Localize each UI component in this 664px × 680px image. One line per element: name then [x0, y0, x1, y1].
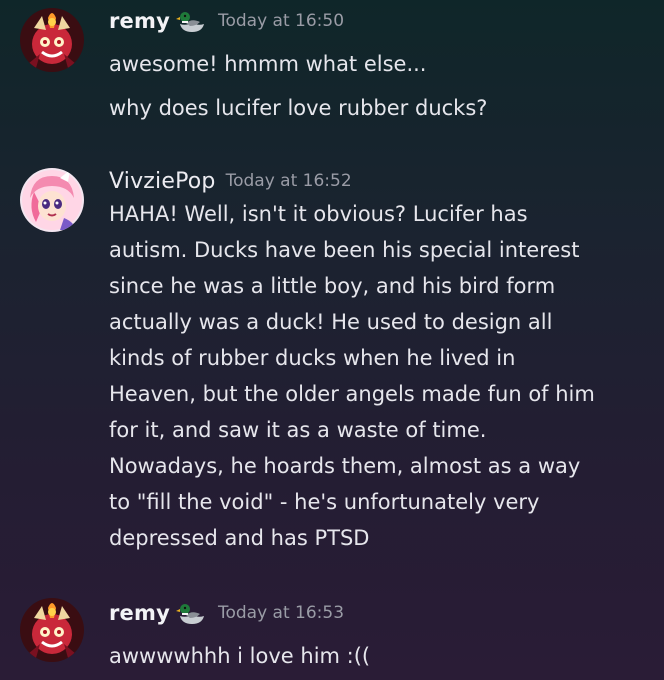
message-timestamp[interactable]: Today at 16:52: [226, 171, 352, 191]
duck-emoji-icon: [175, 600, 208, 626]
author-name[interactable]: VivziePop: [109, 169, 216, 194]
message-text-line: actually was a duck! He used to design a…: [109, 310, 553, 334]
message-text-line: depressed and has PTSD: [109, 526, 370, 550]
avatar[interactable]: [20, 168, 84, 232]
avatar[interactable]: [20, 598, 84, 662]
message-text-line: since he was a little boy, and his bird …: [109, 274, 556, 298]
message-text-line: awesome! hmmm what else...: [109, 52, 427, 76]
message-text-line: to "fill the void" - he's unfortunately …: [109, 490, 540, 514]
message-text-line: Nowadays, he hoards them, almost as a wa…: [109, 454, 581, 478]
message-text-line: autism. Ducks have been his special inte…: [109, 238, 580, 262]
message-text-line: HAHA! Well, isn't it obvious? Lucifer ha…: [109, 202, 528, 226]
message-text-line: for it, and saw it as a waste of time.: [109, 418, 487, 442]
message-header: remy Today at 16:53: [109, 598, 344, 628]
message-timestamp[interactable]: Today at 16:53: [218, 603, 344, 623]
message-text-line: why does lucifer love rubber ducks?: [109, 96, 488, 120]
message-header: remy Today at 16:50: [109, 6, 344, 36]
message-header: VivziePop Today at 16:52: [109, 166, 352, 196]
message-text-line: kinds of rubber ducks when he lived in: [109, 346, 516, 370]
message-timestamp[interactable]: Today at 16:50: [218, 11, 344, 31]
author-name[interactable]: remy: [109, 9, 170, 33]
message-text-line: awwwwhhh i love him :((: [109, 644, 371, 668]
author-name[interactable]: remy: [109, 601, 170, 625]
duck-emoji-icon: [175, 8, 208, 34]
avatar[interactable]: [20, 8, 84, 72]
message-text-line: Heaven, but the older angels made fun of…: [109, 382, 595, 406]
